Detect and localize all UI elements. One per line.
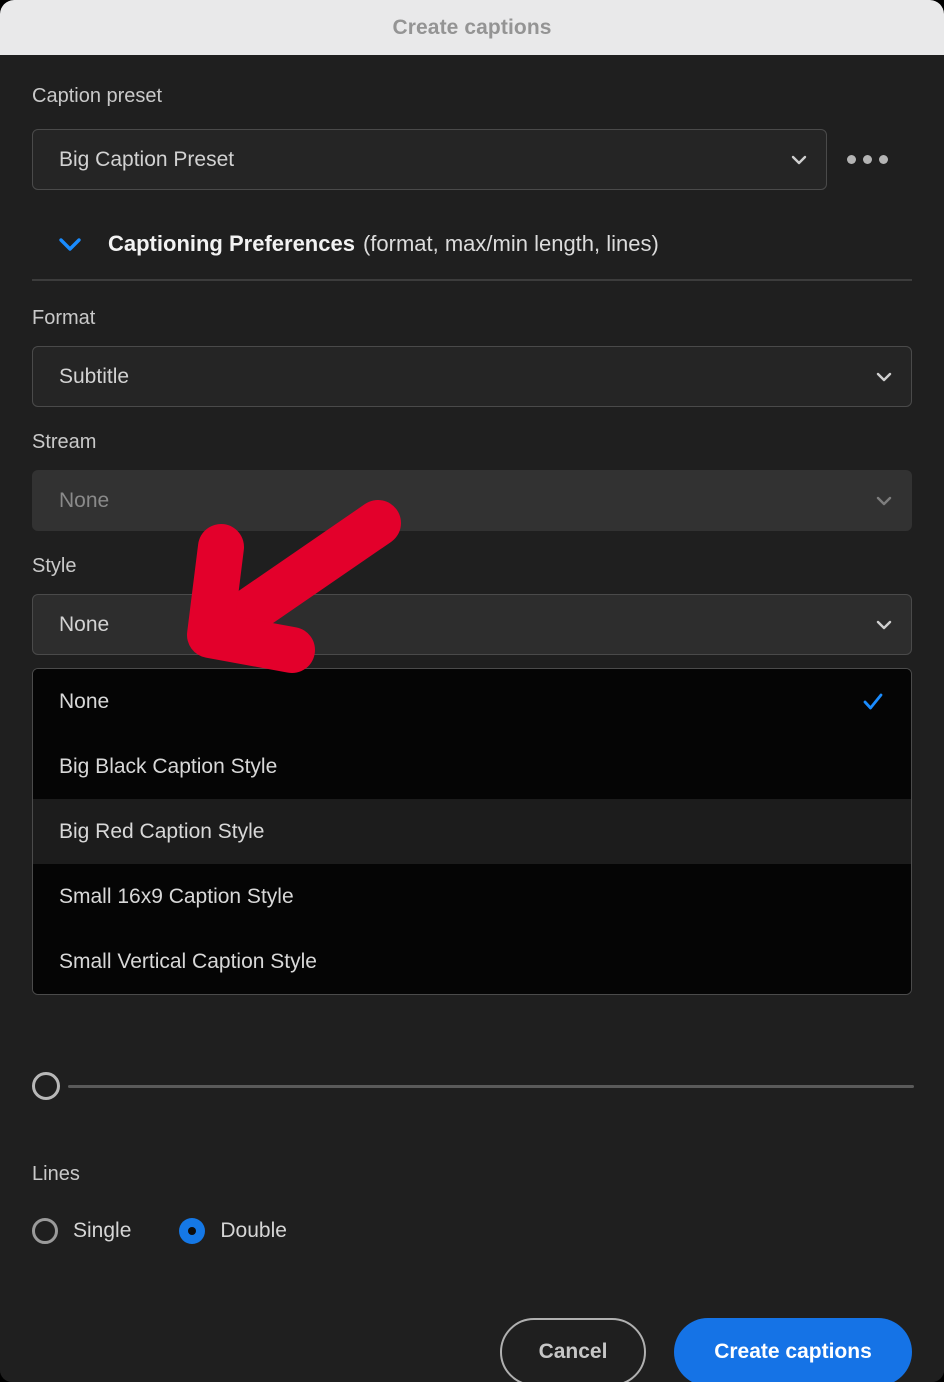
style-option[interactable]: Small 16x9 Caption Style [33, 864, 911, 929]
lines-label: Lines [32, 1163, 80, 1185]
style-option-label: Big Red Caption Style [59, 819, 265, 843]
dialog-titlebar: Create captions [0, 0, 944, 55]
dialog-title: Create captions [392, 15, 552, 39]
lines-radio-label: Single [73, 1219, 132, 1242]
style-option[interactable]: Big Red Caption Style [33, 799, 911, 864]
dot-1 [846, 155, 856, 164]
captioning-preferences-title: Captioning Preferences [108, 231, 355, 256]
format-dropdown[interactable]: Subtitle [32, 346, 912, 407]
radio-selected-icon[interactable] [179, 1218, 206, 1244]
style-dropdown-list: None Big Black Caption Style Big Red Capti… [32, 668, 912, 995]
dialog-footer: Cancel Create captions [500, 1318, 912, 1382]
slider-track[interactable] [68, 1084, 914, 1088]
create-captions-dialog: Create captions Caption preset Big Capti… [0, 0, 944, 1382]
lines-radio-single[interactable]: Single [32, 1218, 131, 1244]
section-divider [32, 279, 912, 281]
style-option-label: Small 16x9 Caption Style [59, 884, 294, 908]
checkmark-icon [861, 950, 885, 974]
chevron-down-icon [788, 149, 810, 171]
slider-thumb[interactable] [32, 1072, 60, 1100]
caption-preset-row: Big Caption Preset [32, 129, 912, 190]
style-label: Style [32, 555, 77, 577]
dot-2 [862, 155, 872, 164]
stream-dropdown: None [32, 470, 912, 531]
chevron-down-icon [48, 234, 92, 254]
lines-radio-label: Double [220, 1219, 287, 1242]
stream-label: Stream [32, 431, 97, 453]
chevron-down-icon [873, 366, 895, 388]
dialog-body: Caption preset Big Caption Preset Captio… [0, 55, 944, 1382]
caption-preset-value: Big Caption Preset [59, 147, 235, 171]
checkmark-icon [861, 885, 885, 909]
lines-radio-double[interactable]: Double [179, 1218, 287, 1244]
style-option-label: Small Vertical Caption Style [59, 949, 317, 973]
style-option-label: None [59, 689, 110, 713]
style-option[interactable]: None [33, 669, 911, 734]
style-dropdown[interactable]: None [32, 594, 912, 655]
checkmark-icon [861, 755, 885, 779]
dot-3 [878, 155, 888, 164]
captioning-preferences-header[interactable]: Captioning Preferences (format, max/min … [32, 231, 912, 257]
radio-unselected-icon[interactable] [32, 1218, 58, 1244]
format-label: Format [32, 307, 96, 329]
style-option[interactable]: Small Vertical Caption Style [33, 929, 911, 994]
lines-radio-group: Single Double [32, 1218, 287, 1244]
checkmark-icon [861, 820, 885, 844]
chevron-down-icon [873, 614, 895, 636]
chevron-down-icon [873, 490, 895, 512]
style-value: None [59, 612, 110, 636]
more-options-icon[interactable] [827, 129, 907, 190]
create-captions-button[interactable]: Create captions [674, 1318, 912, 1382]
stream-value: None [59, 488, 110, 512]
captioning-preferences-subtitle: (format, max/min length, lines) [362, 231, 659, 256]
caption-preset-dropdown[interactable]: Big Caption Preset [32, 129, 827, 190]
style-option[interactable]: Big Black Caption Style [33, 734, 911, 799]
format-value: Subtitle [59, 364, 130, 388]
length-slider[interactable] [32, 1067, 914, 1105]
style-option-label: Big Black Caption Style [59, 754, 278, 778]
caption-preset-label: Caption preset [32, 85, 163, 107]
checkmark-icon [861, 690, 885, 714]
cancel-button[interactable]: Cancel [500, 1318, 646, 1382]
